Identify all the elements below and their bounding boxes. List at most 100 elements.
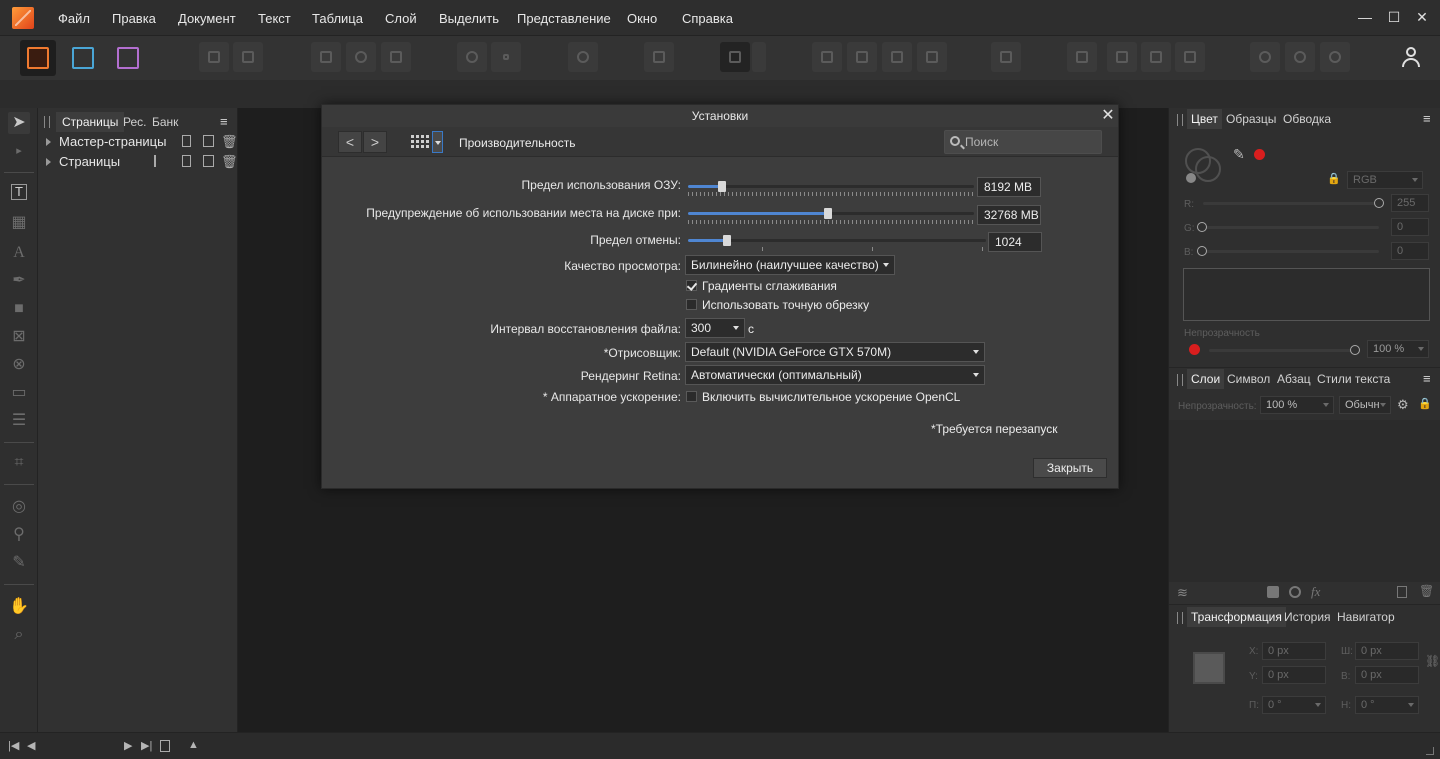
layer-opacity-value[interactable]: 100 %: [1260, 396, 1334, 414]
add-layer-icon[interactable]: [1397, 586, 1407, 598]
close-button[interactable]: Закрыть: [1033, 458, 1107, 478]
stroke-circle-icon[interactable]: [1195, 156, 1221, 182]
r-value[interactable]: 255: [1391, 194, 1429, 212]
toolbar-button[interactable]: [346, 42, 376, 72]
toolbar-button[interactable]: [233, 42, 263, 72]
tab-stock[interactable]: Банк: [146, 112, 184, 132]
opacity-slider-thumb[interactable]: [1350, 345, 1360, 355]
panel-grip-icon[interactable]: [1177, 114, 1183, 126]
lock-icon[interactable]: 🔒: [1418, 397, 1432, 410]
panel-grip-icon[interactable]: [1177, 374, 1183, 386]
tab-layers[interactable]: Слои: [1187, 369, 1225, 389]
grid-icon[interactable]: [408, 131, 432, 153]
undo-limit-value[interactable]: 1024: [988, 232, 1042, 252]
menu-select[interactable]: Выделить: [439, 11, 499, 26]
delete-layer-icon[interactable]: 🗑: [1419, 584, 1434, 598]
toolbar-button[interactable]: [882, 42, 912, 72]
expand-icon[interactable]: [46, 137, 51, 146]
tab-stroke[interactable]: Обводка: [1279, 109, 1335, 129]
toolbar-button[interactable]: [847, 42, 877, 72]
panel-grip-icon[interactable]: [1177, 612, 1183, 624]
toolbar-button[interactable]: [1285, 42, 1315, 72]
next-page-icon[interactable]: ▶: [124, 739, 132, 752]
b-slider[interactable]: [1203, 250, 1379, 253]
ram-limit-slider[interactable]: [688, 179, 974, 193]
picture-frame-tool-icon[interactable]: ⊠: [8, 326, 30, 348]
opacity-color-swatch[interactable]: [1189, 344, 1200, 355]
section-dropdown-button[interactable]: [432, 131, 443, 153]
fill-tool-icon[interactable]: ◎: [8, 496, 30, 518]
publisher-persona-button[interactable]: [20, 40, 56, 76]
page-icon[interactable]: [160, 740, 170, 752]
toolbar-dropdown-button[interactable]: [752, 42, 766, 72]
delete-icon[interactable]: 🗑: [221, 152, 238, 172]
color-picker-tool-icon[interactable]: ✎: [8, 552, 30, 574]
previous-page-icon[interactable]: ◀: [27, 739, 35, 752]
mask-icon[interactable]: [1267, 586, 1279, 598]
photo-persona-button[interactable]: [110, 40, 146, 76]
toolbar-button[interactable]: [1107, 42, 1137, 72]
panel-menu-icon[interactable]: ≡: [1423, 371, 1431, 386]
dither-gradients-checkbox[interactable]: [686, 280, 697, 291]
current-color-swatch[interactable]: [1254, 149, 1265, 160]
move-tool-icon[interactable]: ➤: [8, 112, 30, 134]
text-frame-tool-icon[interactable]: T: [11, 184, 27, 200]
first-page-icon[interactable]: |◀: [8, 739, 19, 752]
undo-limit-slider[interactable]: [688, 233, 986, 247]
shear-field[interactable]: 0 °: [1355, 696, 1419, 714]
tab-swatches[interactable]: Образцы: [1222, 109, 1280, 129]
forward-button[interactable]: >: [363, 131, 387, 153]
toolbar-button[interactable]: [917, 42, 947, 72]
rotation-field[interactable]: 0 °: [1262, 696, 1326, 714]
color-picker-icon[interactable]: ✎: [1233, 146, 1245, 163]
last-page-icon[interactable]: ▶|: [141, 739, 152, 752]
ellipse-frame-tool-icon[interactable]: ⊗: [8, 354, 30, 376]
page-icon[interactable]: [182, 155, 191, 167]
back-button[interactable]: <: [338, 131, 362, 153]
disk-warning-value[interactable]: 32768 MB: [977, 205, 1041, 225]
bell-icon[interactable]: ▲: [188, 739, 199, 751]
delete-icon[interactable]: 🗑: [221, 132, 238, 152]
w-field[interactable]: 0 px: [1355, 642, 1419, 660]
blend-mode-select[interactable]: Обычн: [1339, 396, 1391, 414]
opencl-checkbox[interactable]: [686, 391, 697, 402]
menu-table[interactable]: Таблица: [312, 11, 363, 26]
tree-item-pages[interactable]: Страницы 🗑: [46, 152, 238, 172]
menu-layer[interactable]: Слой: [385, 11, 417, 26]
panel-menu-icon[interactable]: ≡: [1423, 111, 1431, 126]
zoom-tool-icon[interactable]: ⌕: [8, 624, 30, 646]
add-page-icon[interactable]: [203, 155, 214, 167]
color-model-select[interactable]: RGB: [1347, 171, 1423, 189]
user-account-button[interactable]: [1396, 42, 1426, 72]
tab-history[interactable]: История: [1280, 607, 1335, 627]
toolbar-button[interactable]: [491, 42, 521, 72]
opacity-value[interactable]: 100 %: [1367, 340, 1429, 358]
resize-grip-icon[interactable]: [1426, 747, 1434, 755]
tab-color[interactable]: Цвет: [1187, 109, 1222, 129]
toolbar-button[interactable]: [1141, 42, 1171, 72]
menu-text[interactable]: Текст: [258, 11, 291, 26]
no-color-icon[interactable]: [1186, 173, 1196, 183]
layers-stack-icon[interactable]: ≋: [1177, 585, 1188, 601]
menu-document[interactable]: Документ: [178, 11, 236, 26]
tab-text-styles[interactable]: Стили текста: [1313, 369, 1394, 389]
pen-tool-icon[interactable]: ✒: [8, 270, 30, 292]
toolbar-button[interactable]: [720, 42, 750, 72]
minimize-button[interactable]: —: [1357, 9, 1373, 25]
r-slider[interactable]: [1203, 202, 1379, 205]
tree-item-master-pages[interactable]: Мастер-страницы 🗑: [46, 132, 238, 152]
expand-icon[interactable]: [46, 157, 51, 166]
text-wrap-tool-icon[interactable]: ☰: [8, 410, 30, 432]
node-tool-icon[interactable]: ▸: [8, 140, 30, 162]
g-slider[interactable]: [1203, 226, 1379, 229]
search-input[interactable]: [965, 132, 1099, 152]
menu-window[interactable]: Окно: [627, 11, 657, 26]
layers-list[interactable]: [1169, 420, 1440, 582]
link-icon[interactable]: ⛓: [1425, 654, 1440, 668]
y-field[interactable]: 0 px: [1262, 666, 1326, 684]
toolbar-button[interactable]: [199, 42, 229, 72]
r-slider-thumb[interactable]: [1374, 198, 1384, 208]
tab-transform[interactable]: Трансформация: [1187, 607, 1286, 627]
window-close-button[interactable]: ✕: [1414, 9, 1430, 25]
view-quality-select[interactable]: Билинейно (наилучшее качество): [685, 255, 895, 275]
